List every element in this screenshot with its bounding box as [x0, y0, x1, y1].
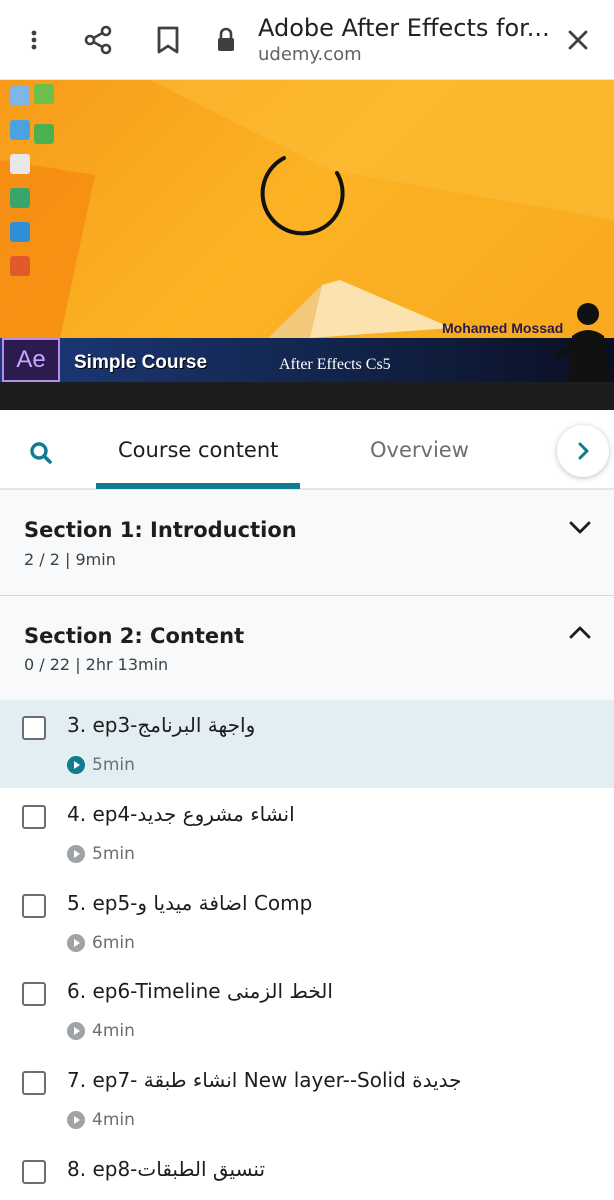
play-circle-icon: [67, 1111, 85, 1129]
section-1-header[interactable]: Section 1: Introduction 2 / 2 | 9min: [0, 490, 614, 596]
play-circle-icon: [67, 756, 85, 774]
lecture-item[interactable]: 8. ep8-تنسيق الطبقات: [0, 1144, 614, 1200]
banner-subtitle: After Effects Cs5: [279, 356, 391, 373]
lecture-title: 4. ep4-انشاء مشروع جديد: [67, 802, 295, 826]
banner-title: Simple Course: [74, 352, 208, 373]
lecture-checkbox[interactable]: [22, 716, 46, 740]
loading-spinner-icon: [260, 156, 345, 236]
lecture-item[interactable]: 5. ep5-اضافة ميديا و Comp 6min: [0, 878, 614, 966]
chevron-right-icon[interactable]: [557, 425, 609, 477]
lecture-title: 7. ep7- انشاء طبقة New layer--Solid جديد…: [67, 1068, 462, 1092]
more-vert-icon[interactable]: [14, 20, 54, 60]
lecture-title: 5. ep5-اضافة ميديا و Comp: [67, 891, 313, 915]
lecture-checkbox[interactable]: [22, 1071, 46, 1095]
lecture-checkbox[interactable]: [22, 805, 46, 829]
lecture-checkbox[interactable]: [22, 982, 46, 1006]
presenter-silhouette: [554, 303, 610, 382]
lecture-duration: 4min: [92, 1021, 135, 1041]
lecture-title: 3. ep3-واجهة البرنامج: [67, 713, 256, 737]
lecture-item[interactable]: 6. ep6-Timeline الخط الزمنى 4min: [0, 966, 614, 1054]
play-circle-icon: [67, 845, 85, 863]
lecture-title: 6. ep6-Timeline الخط الزمنى: [67, 979, 333, 1003]
lecture-title: 8. ep8-تنسيق الطبقات: [67, 1157, 266, 1181]
lecture-duration: 5min: [92, 844, 135, 864]
chevron-up-icon[interactable]: [566, 618, 594, 646]
video-player[interactable]: Mohamed Mossad Ae Simple Course After Ef…: [0, 80, 614, 410]
desktop-icons: [4, 82, 60, 290]
lecture-checkbox[interactable]: [22, 894, 46, 918]
chevron-down-icon[interactable]: [566, 514, 594, 542]
bookmark-icon[interactable]: [148, 20, 188, 60]
lecture-item[interactable]: 7. ep7- انشاء طبقة New layer--Solid جديد…: [0, 1055, 614, 1143]
active-tab-indicator: [96, 483, 300, 489]
browser-top-bar: Adobe After Effects for... udemy.com: [0, 0, 614, 80]
play-circle-icon: [67, 1022, 85, 1040]
search-icon[interactable]: [24, 436, 60, 472]
tab-course-content[interactable]: Course content: [118, 438, 278, 462]
lecture-checkbox[interactable]: [22, 1160, 46, 1184]
presenter-name: Mohamed Mossad: [442, 320, 564, 336]
section-title: Section 1: Introduction: [24, 518, 297, 542]
section-2-header[interactable]: Section 2: Content 0 / 22 | 2hr 13min: [0, 596, 614, 700]
lecture-item[interactable]: 4. ep4-انشاء مشروع جديد 5min: [0, 789, 614, 877]
section-meta: 0 / 22 | 2hr 13min: [24, 655, 169, 674]
tab-overview[interactable]: Overview: [370, 438, 469, 462]
lecture-duration: 4min: [92, 1110, 135, 1130]
page-title: Adobe After Effects for...: [258, 14, 550, 42]
play-circle-icon: [67, 934, 85, 952]
share-icon[interactable]: [78, 20, 118, 60]
section-title: Section 2: Content: [24, 624, 245, 648]
course-tabs: Course content Overview: [0, 410, 614, 490]
lecture-item[interactable]: 3. ep3-واجهة البرنامج 5min: [0, 700, 614, 788]
lecture-duration: 6min: [92, 933, 135, 953]
page-url: udemy.com: [258, 44, 362, 65]
video-control-bar: [0, 382, 614, 410]
section-meta: 2 / 2 | 9min: [24, 550, 116, 569]
close-icon[interactable]: [558, 20, 598, 60]
lecture-duration: 5min: [92, 755, 135, 775]
lock-icon: [206, 20, 246, 60]
after-effects-logo: Ae: [2, 338, 60, 382]
